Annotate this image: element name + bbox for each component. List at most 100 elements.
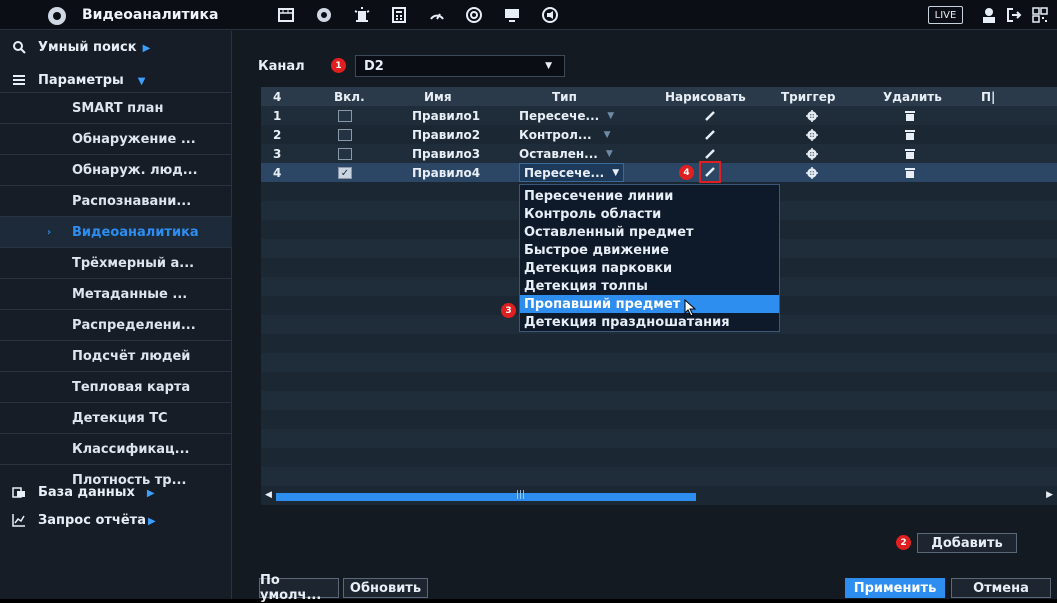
row-number: 3 (273, 146, 282, 161)
horizontal-scrollbar[interactable]: ◀ ||| ▶ (261, 489, 1057, 505)
table-row[interactable]: 1 Правило1 Пересече... ▼ (261, 106, 1057, 125)
gear-icon[interactable] (806, 144, 818, 163)
pencil-icon[interactable] (704, 125, 716, 144)
type-select[interactable]: Оставлен... ▼ (519, 144, 613, 163)
enable-checkbox[interactable] (338, 109, 352, 122)
header-name: Имя (424, 89, 452, 104)
header-more: П| (981, 89, 996, 104)
gauge-icon[interactable] (426, 4, 448, 26)
scroll-left-icon[interactable]: ◀ (265, 490, 272, 500)
enable-checkbox[interactable] (338, 147, 352, 160)
option-crowd-detection[interactable]: Детекция толпы (520, 277, 779, 295)
sidebar-item-smart-plan[interactable]: SMART план (0, 92, 232, 123)
empty-row (261, 353, 1057, 372)
sidebar-item-metadata[interactable]: Метаданные ... (0, 278, 232, 309)
apply-button[interactable]: Применить (845, 578, 945, 598)
rule-name: Правило3 (412, 146, 481, 161)
chevron-down-icon: ▼ (545, 61, 552, 71)
cancel-button[interactable]: Отмена (951, 578, 1051, 598)
row-number: 4 (273, 165, 282, 180)
monitor-icon[interactable] (501, 4, 523, 26)
sidebar-database[interactable]: База данных ▶ (0, 478, 232, 506)
sidebar-report[interactable]: Запрос отчёта ▶ (0, 506, 232, 534)
option-parking-detection[interactable]: Детекция парковки (520, 259, 779, 277)
sidebar-item-vehicle-detection[interactable]: Детекция ТС (0, 402, 232, 433)
channel-value: D2 (364, 58, 384, 74)
calculator-icon[interactable] (388, 4, 410, 26)
empty-row (261, 467, 1057, 486)
option-missing-object[interactable]: Пропавший предмет (520, 295, 779, 313)
rule-name: Правило4 (412, 165, 481, 180)
empty-row (261, 429, 1057, 448)
live-button[interactable]: LIVE (928, 6, 963, 24)
scrollbar-thumb[interactable] (276, 493, 696, 501)
sidebar-item-3d[interactable]: Трёхмерный а... (0, 247, 232, 278)
row-number: 2 (273, 127, 282, 142)
speaker-icon[interactable] (539, 4, 561, 26)
default-button[interactable]: По умолч... (259, 573, 339, 603)
sidebar-item-heat-map[interactable]: Тепловая карта (0, 371, 232, 402)
trash-icon[interactable] (905, 125, 915, 144)
enable-checkbox[interactable] (338, 128, 352, 141)
type-select[interactable]: Пересече... ▼ (519, 163, 625, 182)
gear-icon[interactable] (806, 163, 818, 182)
type-value: Пересече... (524, 165, 605, 180)
pencil-icon[interactable] (699, 161, 721, 183)
type-select[interactable]: Контрол... ▼ (519, 125, 611, 144)
trash-icon[interactable] (905, 163, 915, 182)
sidebar-item-classification[interactable]: Классификац... (0, 433, 232, 464)
empty-row (261, 391, 1057, 410)
chevron-right-icon: › (47, 226, 52, 238)
option-area-control[interactable]: Контроль области (520, 205, 779, 223)
option-loitering-detection[interactable]: Детекция праздношатания (520, 313, 779, 331)
chevron-down-icon: ▼ (137, 75, 146, 87)
sidebar-item-people-count[interactable]: Подсчёт людей (0, 340, 232, 371)
sidebar-item-people-detection[interactable]: Обнаруж. люд... (0, 154, 232, 185)
chevron-right-icon: ▶ (146, 487, 155, 499)
face-icon[interactable] (313, 4, 335, 26)
enable-checkbox[interactable] (338, 166, 352, 179)
chevron-right-icon: ▶ (147, 515, 156, 527)
chevron-right-icon: ▶ (142, 42, 151, 54)
step-badge-4: 4 (679, 165, 694, 180)
table-row-selected[interactable]: 4 Правило4 Пересече... ▼ 4 (261, 161, 1057, 183)
sidebar-parameters[interactable]: Параметры ▼ (0, 66, 232, 94)
sidebar-item-detection[interactable]: Обнаружение ... (0, 123, 232, 154)
channel-select[interactable]: D2 ▼ (355, 55, 565, 77)
type-value: Контрол... (519, 127, 592, 142)
chevron-down-icon: ▼ (612, 167, 620, 178)
sidebar-item-video-analytics[interactable]: › Видеоаналитика (0, 216, 232, 247)
option-abandoned-object[interactable]: Оставленный предмет (520, 223, 779, 241)
type-dropdown-list: Пересечение линии Контроль области Остав… (519, 184, 780, 332)
film-icon[interactable] (275, 4, 297, 26)
sidebar-item-distribution[interactable]: Распределени... (0, 309, 232, 340)
list-icon (12, 73, 26, 87)
gear-icon[interactable] (806, 125, 818, 144)
target-icon[interactable] (463, 4, 485, 26)
refresh-button[interactable]: Обновить (343, 578, 428, 598)
trash-icon[interactable] (905, 144, 915, 163)
sidebar-database-label: База данных (38, 484, 135, 500)
scroll-right-icon[interactable]: ▶ (1046, 490, 1053, 500)
type-select[interactable]: Пересече... ▼ (519, 106, 614, 125)
table-row[interactable]: 3 Правило3 Оставлен... ▼ (261, 144, 1057, 163)
pencil-icon[interactable] (704, 106, 716, 125)
table-row[interactable]: 2 Правило2 Контрол... ▼ (261, 125, 1057, 144)
app-title: Видеоаналитика (82, 7, 219, 23)
sidebar-smart-search[interactable]: Умный поиск ▶ (0, 33, 232, 61)
row-number: 1 (273, 108, 282, 123)
alarm-icon[interactable] (351, 4, 373, 26)
rule-name: Правило2 (412, 127, 481, 142)
sidebar-item-recognition[interactable]: Распознавани... (0, 185, 232, 216)
gear-icon[interactable] (806, 106, 818, 125)
sidebar-parameters-label: Параметры (38, 72, 124, 88)
logout-icon[interactable] (1003, 4, 1025, 26)
option-fast-motion[interactable]: Быстрое движение (520, 241, 779, 259)
rule-name: Правило1 (412, 108, 481, 123)
option-line-crossing[interactable]: Пересечение линии (520, 187, 779, 205)
qr-code-icon[interactable] (1029, 4, 1051, 26)
type-value: Оставлен... (519, 146, 598, 161)
user-icon[interactable] (978, 4, 1000, 26)
add-button[interactable]: Добавить (917, 533, 1017, 553)
trash-icon[interactable] (905, 106, 915, 125)
